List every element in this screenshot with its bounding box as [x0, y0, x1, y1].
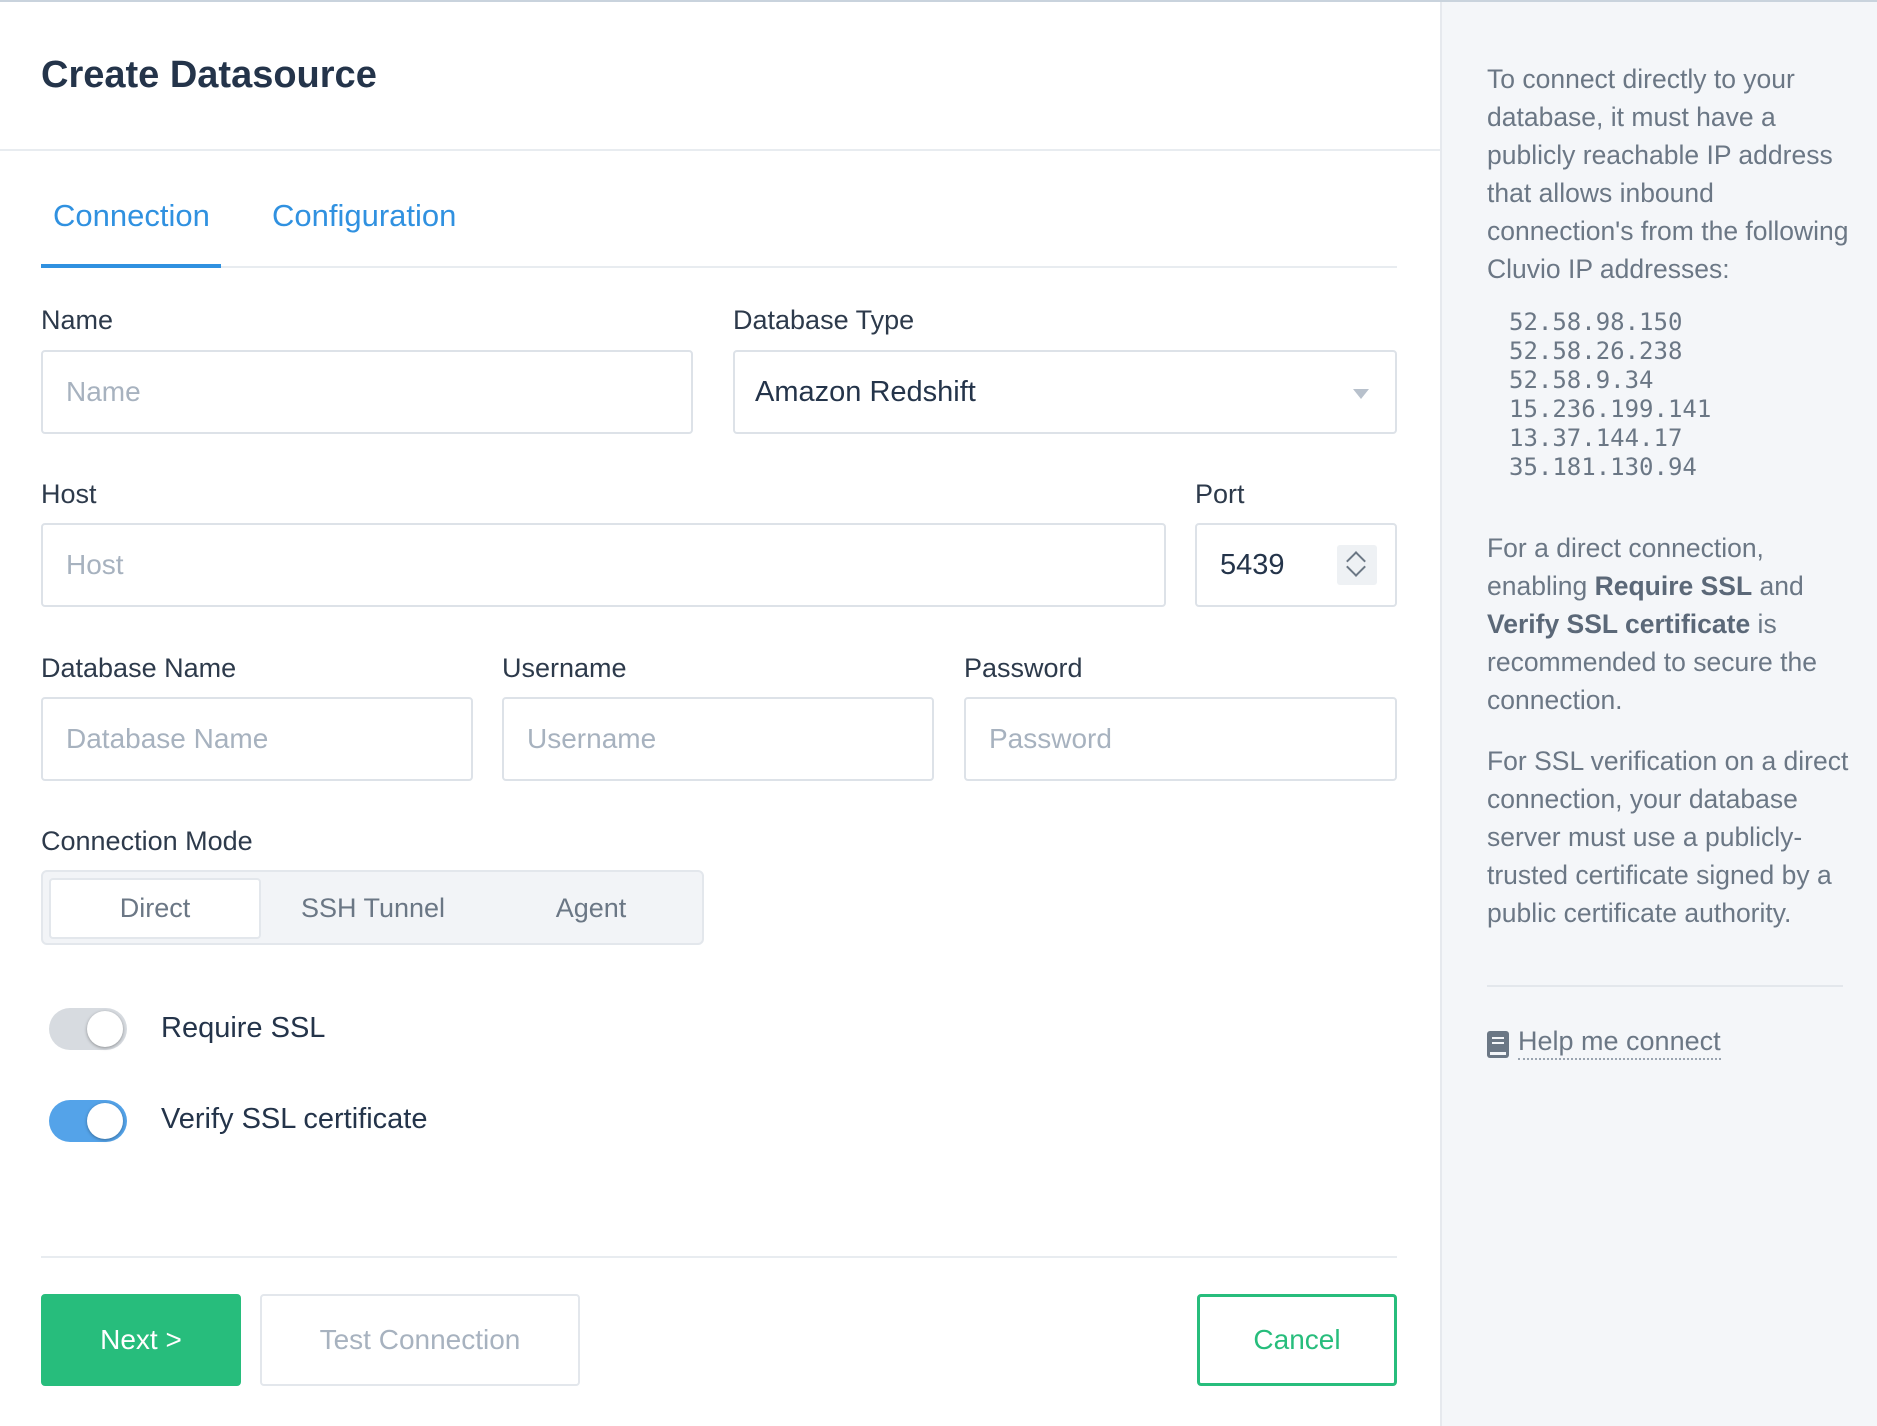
mode-direct[interactable]: Direct — [49, 878, 261, 939]
port-value: 5439 — [1220, 549, 1285, 581]
toggle-knob — [87, 1011, 123, 1047]
connection-mode-label: Connection Mode — [41, 826, 253, 856]
verify-ssl-toggle[interactable] — [49, 1100, 127, 1142]
sidebar-intro-text: To connect directly to your database, it… — [1487, 64, 1849, 284]
username-input[interactable] — [502, 697, 934, 781]
database-type-label: Database Type — [733, 305, 915, 335]
require-ssl-toggle[interactable] — [49, 1008, 127, 1050]
database-type-select[interactable]: Amazon Redshift — [733, 350, 1397, 434]
title-divider — [0, 149, 1440, 151]
ip-address: 52.58.9.34 — [1509, 366, 1654, 394]
name-input[interactable] — [41, 350, 693, 434]
page-title: Create Datasource — [41, 54, 377, 96]
ip-address-list: 52.58.98.150 52.58.26.238 52.58.9.34 15.… — [1509, 308, 1711, 482]
connection-mode-selector: Direct SSH Tunnel Agent — [41, 870, 704, 945]
password-input[interactable] — [964, 697, 1397, 781]
main-panel: Create Datasource Connection Configurati… — [0, 2, 1440, 1426]
chevron-down-icon — [1353, 389, 1369, 399]
toggle-knob — [87, 1103, 123, 1139]
create-datasource-dialog: Create Datasource Connection Configurati… — [0, 0, 1877, 1426]
sidebar-verification-note: For SSL verification on a direct connect… — [1487, 746, 1849, 928]
ip-address: 52.58.98.150 — [1509, 308, 1683, 336]
mode-agent[interactable]: Agent — [485, 878, 697, 939]
ssl-note-require-ssl: Require SSL — [1594, 571, 1753, 601]
help-link-label[interactable]: Help me connect — [1518, 1026, 1721, 1060]
test-connection-button[interactable]: Test Connection — [260, 1294, 580, 1386]
port-input[interactable]: 5439 — [1195, 523, 1397, 607]
next-button[interactable]: Next > — [41, 1294, 241, 1386]
username-label: Username — [502, 653, 627, 683]
host-input[interactable] — [41, 523, 1166, 607]
database-type-value: Amazon Redshift — [755, 376, 976, 408]
verify-ssl-label[interactable]: Verify SSL certificate — [161, 1103, 427, 1136]
cancel-button[interactable]: Cancel — [1197, 1294, 1397, 1386]
ip-address: 15.236.199.141 — [1509, 395, 1712, 423]
port-stepper[interactable] — [1337, 545, 1377, 585]
host-label: Host — [41, 479, 97, 509]
tab-connection[interactable]: Connection — [53, 198, 210, 234]
book-icon — [1487, 1031, 1509, 1058]
sidebar-ssl-note: For a direct connection, enabling Requir… — [1487, 529, 1852, 719]
database-name-input[interactable] — [41, 697, 473, 781]
mode-ssh-tunnel[interactable]: SSH Tunnel — [267, 878, 479, 939]
footer-divider — [41, 1256, 1397, 1258]
name-label: Name — [41, 305, 114, 335]
require-ssl-label[interactable]: Require SSL — [161, 1012, 325, 1045]
ssl-note-and: and — [1752, 571, 1804, 601]
ip-address: 35.181.130.94 — [1509, 453, 1697, 481]
tab-configuration[interactable]: Configuration — [272, 198, 456, 234]
ip-address: 13.37.144.17 — [1509, 424, 1683, 452]
database-name-label: Database Name — [41, 653, 237, 683]
help-sidebar: To connect directly to your database, it… — [1440, 2, 1877, 1426]
password-label: Password — [964, 653, 1083, 683]
active-tab-indicator — [41, 264, 221, 268]
ssl-note-verify-ssl: Verify SSL certificate — [1487, 609, 1751, 639]
sidebar-divider — [1487, 985, 1843, 987]
ip-address: 52.58.26.238 — [1509, 337, 1683, 365]
tab-bar: Connection Configuration — [41, 198, 1397, 268]
port-label: Port — [1195, 479, 1245, 509]
